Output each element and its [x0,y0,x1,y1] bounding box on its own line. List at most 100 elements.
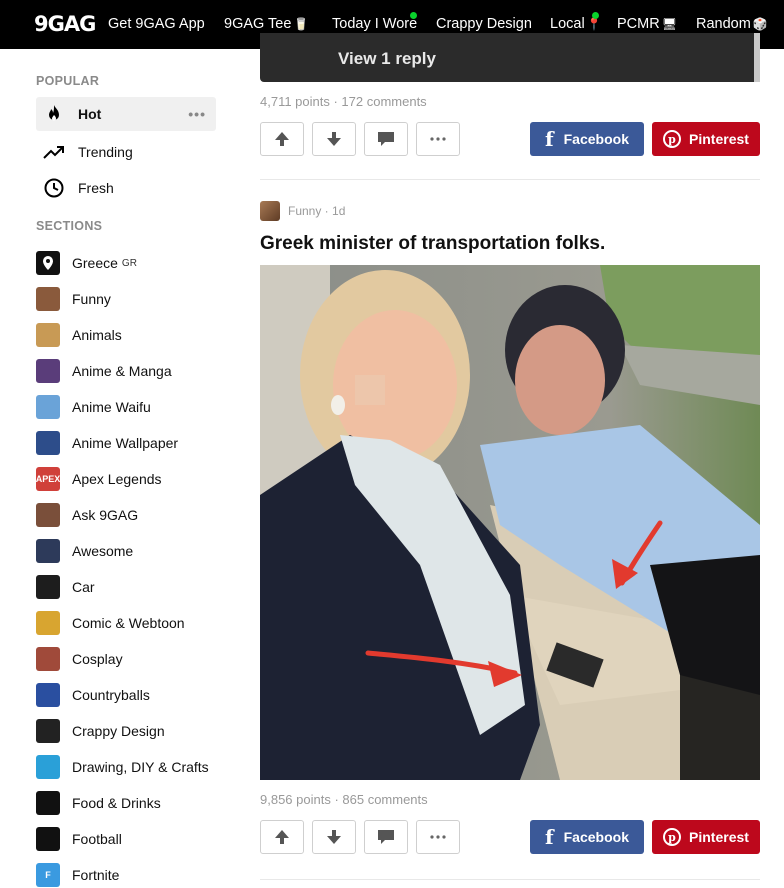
upvote-icon [275,830,289,844]
sidebar-item-label: Drawing, DIY & Crafts [72,759,209,775]
sidebar-section-item[interactable]: Funny [36,282,216,316]
prev-post-media: View 1 reply [260,33,760,82]
comic-thumb-icon [36,611,60,635]
countryballs-thumb-icon [36,683,60,707]
sidebar-item-label: Comic & Webtoon [72,615,185,631]
pinterest-icon: p [663,828,682,846]
sidebar-item-label: Anime & Manga [72,363,172,379]
sidebar-item-label: Food & Drinks [72,795,161,811]
facebook-share-button[interactable]: f Facebook [530,122,644,156]
sidebar-section-item[interactable]: Food & Drinks [36,786,216,820]
view-reply-button[interactable]: View 1 reply [338,49,436,69]
football-thumb-icon [36,827,60,851]
sidebar-item-label: Awesome [72,543,134,559]
post-actions: f Facebook p Pinterest [260,820,760,854]
comment-button[interactable] [364,122,408,156]
trending-icon [42,140,66,164]
nav-pcmr[interactable]: PCMR 🖥 [617,16,677,32]
post-title[interactable]: Greek minister of transportation folks. [260,233,605,255]
sidebar: POPULAR Hot ••• Trending Fresh SECTIONS … [0,49,236,888]
upvote-button[interactable] [260,122,304,156]
sidebar-item-label: Anime Waifu [72,399,151,415]
nav-crappy-design[interactable]: Crappy Design [436,16,532,32]
downvote-icon [327,830,341,844]
comment-icon [378,132,394,146]
sidebar-section-item[interactable]: Awesome [36,534,216,568]
sidebar-item-label: Fortnite [72,867,120,883]
sidebar-section-item[interactable]: Crappy Design [36,714,216,748]
funny-thumb-icon [36,287,60,311]
post-divider [260,879,760,880]
sidebar-item-label: Car [72,579,95,595]
sidebar-section-item[interactable]: Car [36,570,216,604]
sidebar-section-item[interactable]: Anime & Manga [36,354,216,388]
diamond-thumb-icon [36,755,60,779]
pin-emoji-icon: 📍 [586,17,602,31]
upvote-icon [275,132,289,146]
facebook-share-button[interactable]: f Facebook [530,820,644,854]
sidebar-item-hot[interactable]: Hot ••• [36,97,216,131]
sidebar-item-fresh[interactable]: Fresh [36,171,216,205]
downvote-button[interactable] [312,122,356,156]
post-photo [260,265,760,780]
nav-get-app[interactable]: Get 9GAG App [108,16,205,32]
section-avatar[interactable] [260,201,280,221]
anime-thumb-icon [36,359,60,383]
sidebar-item-label: Football [72,831,122,847]
post-stats[interactable]: 4,711 points · 172 comments [260,94,427,109]
new-dot-icon [410,12,417,19]
sidebar-section-item[interactable]: F Fortnite [36,858,216,888]
sidebar-item-label: Trending [78,144,133,160]
sidebar-item-label: Fresh [78,180,114,196]
ellipsis-icon [430,835,446,839]
tee-emoji-icon: 🥛 [293,17,309,31]
section-name[interactable]: Funny · 1d [288,204,345,218]
upvote-button[interactable] [260,820,304,854]
apex-thumb-icon: APEX [36,467,60,491]
nav-today-i-wore[interactable]: Today I Wore [332,16,417,32]
car-thumb-icon [36,575,60,599]
nav-random[interactable]: Random 🎲 [696,16,768,32]
pinterest-share-button[interactable]: p Pinterest [652,122,760,156]
facebook-icon: f [545,825,554,849]
downvote-icon [327,132,341,146]
sidebar-item-trending[interactable]: Trending [36,135,216,169]
pizza-thumb-icon [36,791,60,815]
country-code-badge: GR [121,257,137,269]
awesome-thumb-icon [36,539,60,563]
sidebar-section-item[interactable]: Cosplay [36,642,216,676]
more-button[interactable] [416,820,460,854]
sidebar-section-item[interactable]: Greece GR [36,246,216,280]
flame-icon [42,102,66,126]
site-logo[interactable]: 9GAG [34,12,96,36]
post-divider [260,179,760,180]
sidebar-section-item[interactable]: Football [36,822,216,856]
sidebar-section-item[interactable]: Drawing, DIY & Crafts [36,750,216,784]
sidebar-item-label: Crappy Design [72,723,165,739]
sidebar-item-label: Anime Wallpaper [72,435,179,451]
sidebar-section-item[interactable]: Anime Waifu [36,390,216,424]
popular-header: POPULAR [36,74,100,88]
sidebar-item-label: Funny [72,291,111,307]
nav-9gag-tee[interactable]: 9GAG Tee 🥛 [224,16,308,32]
more-options-icon[interactable]: ••• [188,106,206,122]
sidebar-section-item[interactable]: Comic & Webtoon [36,606,216,640]
pinterest-share-button[interactable]: p Pinterest [652,820,760,854]
downvote-button[interactable] [312,820,356,854]
sidebar-section-item[interactable]: Anime Wallpaper [36,426,216,460]
cosplay-thumb-icon [36,647,60,671]
sidebar-section-item[interactable]: Animals [36,318,216,352]
sidebar-section-item[interactable]: Ask 9GAG [36,498,216,532]
facebook-icon: f [545,127,554,151]
sidebar-item-label: Animals [72,327,122,343]
post-image[interactable] [260,265,760,780]
sidebar-section-item[interactable]: APEX Apex Legends [36,462,216,496]
sidebar-item-label: Apex Legends [72,471,162,487]
animals-thumb-icon [36,323,60,347]
sidebar-section-item[interactable]: Countryballs [36,678,216,712]
dice-emoji-icon: 🎲 [752,17,768,31]
post-stats[interactable]: 9,856 points · 865 comments [260,792,428,807]
comment-button[interactable] [364,820,408,854]
pc-emoji-icon: 🖥 [661,17,677,31]
more-button[interactable] [416,122,460,156]
